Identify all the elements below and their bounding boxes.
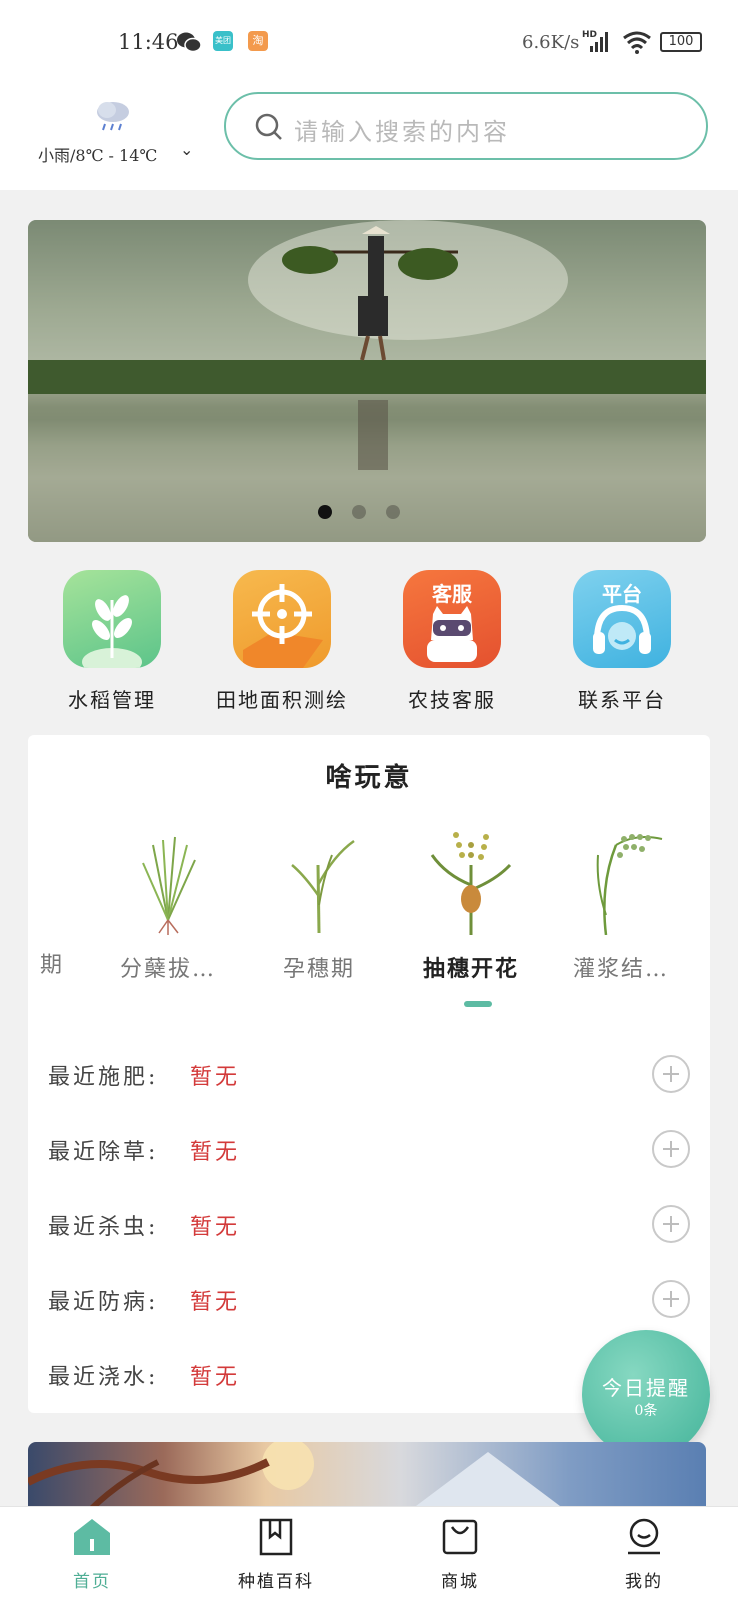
booting-plant-image	[291, 839, 355, 934]
record-label: 最近除草:	[48, 1140, 159, 1165]
search-placeholder: 请输入搜索的内容	[294, 118, 510, 146]
category-label: 水稻管理	[68, 688, 156, 712]
category-contact-platform[interactable]: 平台 联系平台	[547, 570, 697, 713]
headset-icon: 平台	[573, 570, 671, 668]
grain-filling-plant-image	[596, 834, 663, 936]
user-icon	[628, 1518, 660, 1555]
nav-home[interactable]: 首页	[32, 1517, 152, 1592]
stage-label: 孕穗期	[282, 957, 355, 982]
search-icon	[255, 113, 282, 140]
status-bar: 11:46 美团 淘 6.6K/s HD 100	[0, 0, 738, 80]
record-label: 最近杀虫:	[48, 1215, 159, 1240]
bottom-nav: 首页 种植百科 商城 我的	[0, 1506, 738, 1600]
stage-label: 灌浆结…	[572, 957, 669, 982]
nav-encyclopedia[interactable]: 种植百科	[216, 1517, 336, 1592]
growth-stage-card: 啥玩意 期 分蘖拔… 孕穗期 抽穗开花 灌浆结… 最近施肥: 暂无 最近除草: …	[28, 735, 710, 1413]
growth-stage[interactable]: 分蘖拔…	[93, 825, 243, 983]
category-label: 农技客服	[408, 688, 496, 712]
wifi-icon	[623, 31, 651, 54]
crosshair-field-icon	[233, 570, 331, 668]
today-reminder-button[interactable]: 今日提醒 0条	[582, 1330, 710, 1458]
nav-label: 商城	[441, 1572, 479, 1592]
status-time: 11:46	[118, 30, 179, 54]
chevron-down-icon[interactable]: ⌄	[180, 140, 193, 159]
add-insecticide-button[interactable]	[652, 1205, 690, 1243]
network-speed: 6.6K/s	[522, 32, 580, 53]
carousel-dot[interactable]	[352, 505, 366, 519]
reminder-title: 今日提醒	[602, 1376, 690, 1400]
record-insecticide: 最近杀虫: 暂无	[48, 1205, 690, 1245]
category-rice-management[interactable]: 水稻管理	[37, 570, 187, 713]
robot-service-icon: 客服	[403, 570, 501, 668]
nav-shop[interactable]: 商城	[400, 1517, 520, 1592]
nav-label: 我的	[625, 1572, 663, 1592]
nav-label: 种植百科	[238, 1572, 314, 1592]
growth-stage-active[interactable]: 抽穗开花	[396, 825, 546, 983]
carousel-dot-active[interactable]	[318, 505, 332, 519]
search-input[interactable]: 请输入搜索的内容	[224, 92, 708, 160]
record-label: 最近施肥:	[48, 1065, 159, 1090]
stage-image	[0, 825, 48, 935]
category-agri-service[interactable]: 客服 农技客服	[377, 570, 527, 713]
nav-label: 首页	[73, 1572, 111, 1592]
carousel-dot[interactable]	[386, 505, 400, 519]
category-field-mapping[interactable]: 田地面积测绘	[207, 570, 357, 713]
meituan-app-icon: 美团	[213, 31, 233, 51]
wechat-icon	[177, 32, 202, 53]
record-label: 最近防病:	[48, 1290, 159, 1315]
stage-label: 抽穗开花	[422, 956, 519, 982]
active-stage-indicator	[464, 1001, 492, 1007]
weather-text[interactable]: 小雨/8℃ - 14℃	[38, 142, 157, 166]
reminder-count: 0条	[634, 1403, 658, 1419]
record-value: 暂无	[190, 1215, 241, 1240]
tillering-plant-image	[142, 836, 196, 935]
add-disease-prevention-button[interactable]	[652, 1280, 690, 1318]
add-weeding-button[interactable]	[652, 1130, 690, 1168]
header: 小雨/8℃ - 14℃ ⌄ 请输入搜索的内容	[0, 80, 738, 190]
home-icon	[74, 1519, 110, 1555]
secondary-banner-image	[28, 1442, 568, 1512]
rice-plant-icon	[63, 570, 161, 668]
bookmark-icon	[259, 1518, 293, 1556]
category-label: 田地面积测绘	[216, 688, 348, 712]
stage-label: 分蘖拔…	[119, 957, 216, 982]
svg-text:HD: HD	[582, 30, 597, 40]
record-disease-prevention: 最近防病: 暂无	[48, 1280, 690, 1320]
banner-carousel[interactable]	[28, 220, 706, 542]
record-value: 暂无	[190, 1065, 241, 1090]
record-weeding: 最近除草: 暂无	[48, 1130, 690, 1170]
record-value: 暂无	[190, 1365, 241, 1390]
record-fertilize: 最近施肥: 暂无	[48, 1055, 690, 1095]
stage-label: 期	[39, 953, 64, 978]
shopping-bag-icon	[442, 1519, 478, 1555]
rain-cloud-icon	[97, 102, 129, 131]
growth-stage[interactable]: 灌浆结…	[546, 825, 696, 983]
heading-flowering-plant-image	[430, 832, 512, 935]
growth-stage[interactable]: 期	[0, 825, 78, 979]
record-label: 最近浇水:	[48, 1365, 159, 1390]
record-value: 暂无	[190, 1140, 241, 1165]
category-label: 联系平台	[578, 688, 666, 712]
growth-stage[interactable]: 孕穗期	[244, 825, 394, 983]
nav-profile[interactable]: 我的	[584, 1517, 704, 1592]
battery-icon: 100	[660, 32, 702, 52]
record-value: 暂无	[190, 1290, 241, 1315]
banner-image	[28, 220, 706, 542]
secondary-banner[interactable]	[28, 1442, 706, 1512]
add-fertilize-button[interactable]	[652, 1055, 690, 1093]
signal-icon: HD	[582, 30, 608, 52]
card-title: 啥玩意	[325, 763, 413, 793]
taobao-app-icon: 淘	[248, 31, 268, 51]
